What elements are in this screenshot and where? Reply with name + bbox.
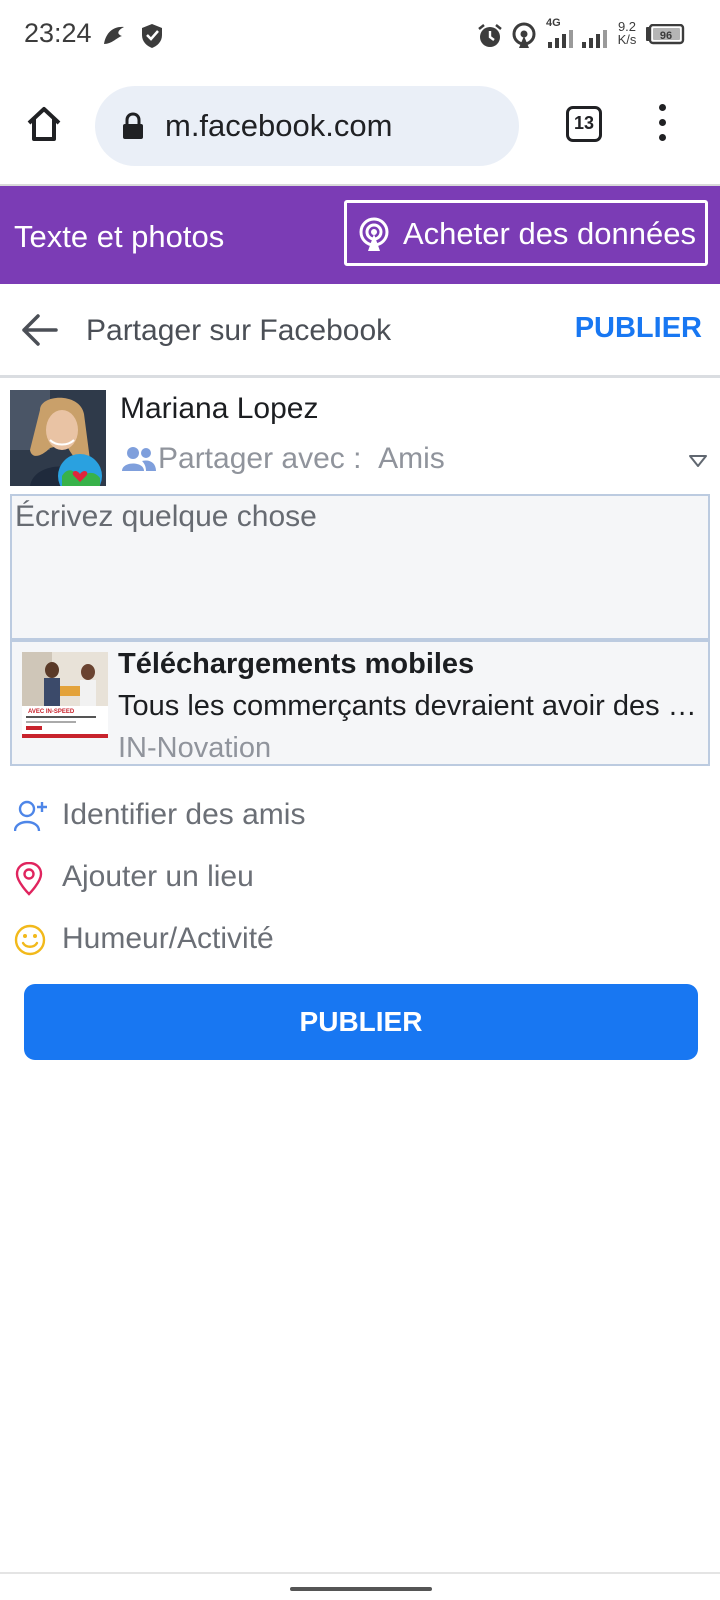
dot-icon: [658, 119, 666, 126]
signal-icon: 4G: [546, 16, 576, 55]
lock-icon: [121, 112, 145, 145]
link-title: Téléchargements mobiles: [118, 648, 475, 680]
buy-data-label: Acheter des données: [403, 216, 696, 251]
free-basics-banner: Texte et photos Acheter des données: [0, 184, 720, 284]
add-location-label: Ajouter un lieu: [62, 860, 254, 893]
link-preview-card[interactable]: AVEC IN-SPEED Téléchargements mobiles To…: [10, 640, 710, 766]
share-header: Partager sur Facebook PUBLIER: [0, 284, 720, 378]
publish-header-button[interactable]: PUBLIER: [575, 312, 702, 345]
location-pin-icon: [14, 861, 44, 901]
post-placeholder: Écrivez quelque chose: [15, 500, 317, 533]
status-bar: 23:24 4G 9.2 K/s 96: [0, 0, 720, 72]
page-title: Partager sur Facebook: [86, 314, 392, 347]
audience-selector[interactable]: Partager avec : Amis: [122, 442, 712, 478]
banner-title: Texte et photos: [14, 219, 225, 254]
signal-icon: [580, 16, 610, 55]
broadcast-icon: [357, 217, 391, 258]
author-name: Mariana Lopez: [120, 392, 319, 425]
dot-icon: [658, 134, 666, 141]
battery-icon: 96: [645, 23, 685, 51]
vpn-shield-icon: [139, 22, 165, 55]
link-thumbnail: AVEC IN-SPEED: [22, 652, 108, 738]
chevron-down-icon: [688, 454, 708, 473]
back-button[interactable]: [20, 312, 60, 348]
app-notification-icon: [100, 22, 128, 55]
feeling-activity-label: Humeur/Activité: [62, 922, 274, 955]
hotspot-icon: [510, 22, 538, 55]
network-speed: 9.2 K/s: [617, 19, 637, 47]
publish-button[interactable]: PUBLIER: [24, 984, 698, 1060]
url-text: m.facebook.com: [165, 108, 393, 143]
svg-text:AVEC IN-SPEED: AVEC IN-SPEED: [28, 709, 75, 715]
svg-text:96: 96: [660, 30, 672, 42]
address-bar[interactable]: m.facebook.com: [95, 86, 519, 166]
smiley-icon: [14, 924, 46, 961]
add-location-action[interactable]: Ajouter un lieu: [12, 852, 692, 902]
avatar: [10, 390, 106, 486]
post-text-input[interactable]: Écrivez quelque chose: [10, 494, 710, 640]
feeling-activity-action[interactable]: Humeur/Activité: [12, 914, 692, 964]
friends-icon: [122, 446, 156, 477]
gesture-home-indicator[interactable]: [290, 1587, 432, 1591]
home-button[interactable]: [24, 104, 72, 152]
home-icon: [27, 107, 61, 141]
browser-toolbar: m.facebook.com 13: [0, 76, 720, 180]
link-description: Tous les commerçants devraient avoir des…: [118, 690, 702, 722]
tag-friends-icon: [13, 800, 48, 837]
svg-text:4G: 4G: [546, 17, 561, 29]
buy-data-button[interactable]: Acheter des données: [344, 200, 708, 266]
tab-switcher-button[interactable]: 13: [566, 106, 602, 142]
back-arrow-icon: [22, 314, 58, 346]
tag-friends-label: Identifier des amis: [62, 798, 306, 831]
alarm-icon: [476, 22, 504, 55]
audience-text: Partager avec : Amis: [158, 442, 445, 475]
link-source: IN-Novation: [118, 732, 272, 764]
bottom-divider: [0, 1572, 720, 1574]
status-time: 23:24: [24, 18, 92, 48]
dot-icon: [658, 104, 666, 111]
tag-friends-action[interactable]: Identifier des amis: [12, 790, 692, 840]
publish-button-label: PUBLIER: [299, 1006, 423, 1037]
overflow-menu-button[interactable]: [652, 104, 672, 148]
